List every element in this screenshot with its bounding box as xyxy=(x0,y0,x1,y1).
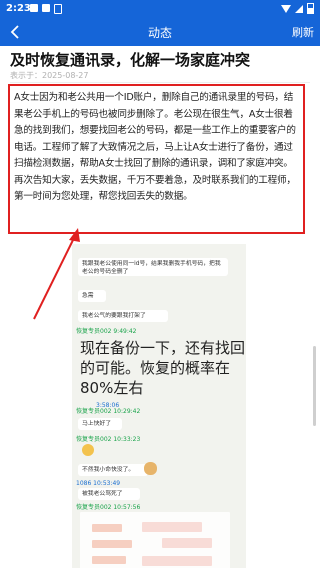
notification-icon xyxy=(30,4,38,12)
article-body-text: A女士因为和老公共用一个ID账户，删除自己的通讯录里的号码，结果老公手机上的号码… xyxy=(14,92,296,202)
chat-message: 马上快好了 xyxy=(78,418,122,430)
chat-message: 不然我小命快没了。 xyxy=(78,464,148,476)
notification-icons xyxy=(30,4,62,14)
redacted-block xyxy=(162,538,212,548)
page-title: 动态 xyxy=(147,26,172,40)
redacted-block xyxy=(142,522,202,532)
refresh-button[interactable]: 刷新 xyxy=(292,24,314,40)
article-content[interactable]: 及时恢复通讯录，化解一场家庭冲突 表示于：2025-08-27 A女士因为和老公… xyxy=(0,46,320,568)
chat-message-text: 不然我小命快没了。 xyxy=(82,467,135,473)
redacted-block xyxy=(92,556,126,564)
app-bar: 动态 刷新 xyxy=(0,18,320,46)
alert-notification-icon xyxy=(54,4,62,14)
chat-message-text: 马上快好了 xyxy=(82,421,111,427)
redacted-block xyxy=(142,556,212,566)
chat-timestamp: 1086 10:53:49 xyxy=(76,480,121,487)
status-time: 2:23 xyxy=(6,3,31,14)
battery-icon xyxy=(307,3,314,14)
sticker-icon xyxy=(144,462,157,475)
image-notification-icon xyxy=(42,4,50,12)
chat-message-text: 我跟我老公使用同一id号，结果我删我手机号码，把我老公的号码全删了 xyxy=(82,261,221,275)
article-body-highlighted: A女士因为和老公共用一个ID账户，删除自己的通讯录里的号码，结果老公手机上的号码… xyxy=(8,84,305,234)
chat-timestamp: 3:58:06 xyxy=(96,402,120,409)
chat-message: 我跟我老公使用同一id号，结果我删我手机号码，把我老公的号码全删了 xyxy=(78,258,228,276)
redacted-block xyxy=(92,540,132,548)
chat-reply-large: 现在备份一下，还有找回的可能。恢复的概率在 80%左右 xyxy=(80,339,246,397)
chat-message: 被我老公骂死了 xyxy=(78,488,140,500)
signal-icon xyxy=(295,4,303,13)
article-meta: 表示于：2025-08-27 xyxy=(10,71,89,80)
system-icons xyxy=(281,3,314,14)
wifi-icon xyxy=(281,4,291,13)
scrollbar[interactable] xyxy=(313,346,316,426)
divider xyxy=(10,82,310,83)
article-title: 及时恢复通讯录，化解一场家庭冲突 xyxy=(10,51,251,69)
status-bar: 2:23 xyxy=(0,0,320,18)
chat-message: 我老公气的要跟我打架了 xyxy=(78,310,168,322)
chat-timestamp: 恢复专员002 10:57:56 xyxy=(76,504,141,511)
chat-message-text: 我老公气的要跟我打架了 xyxy=(82,313,146,319)
chat-message: 急需 xyxy=(78,290,106,302)
emoji-icon xyxy=(82,444,94,456)
chat-message-text: 被我老公骂死了 xyxy=(82,491,123,497)
chat-message-text: 急需 xyxy=(82,293,94,299)
redacted-block xyxy=(92,524,122,532)
chat-timestamp: 恢复专员002 9:49:42 xyxy=(76,328,137,335)
chat-timestamp: 恢复专员002 10:33:23 xyxy=(76,436,141,443)
